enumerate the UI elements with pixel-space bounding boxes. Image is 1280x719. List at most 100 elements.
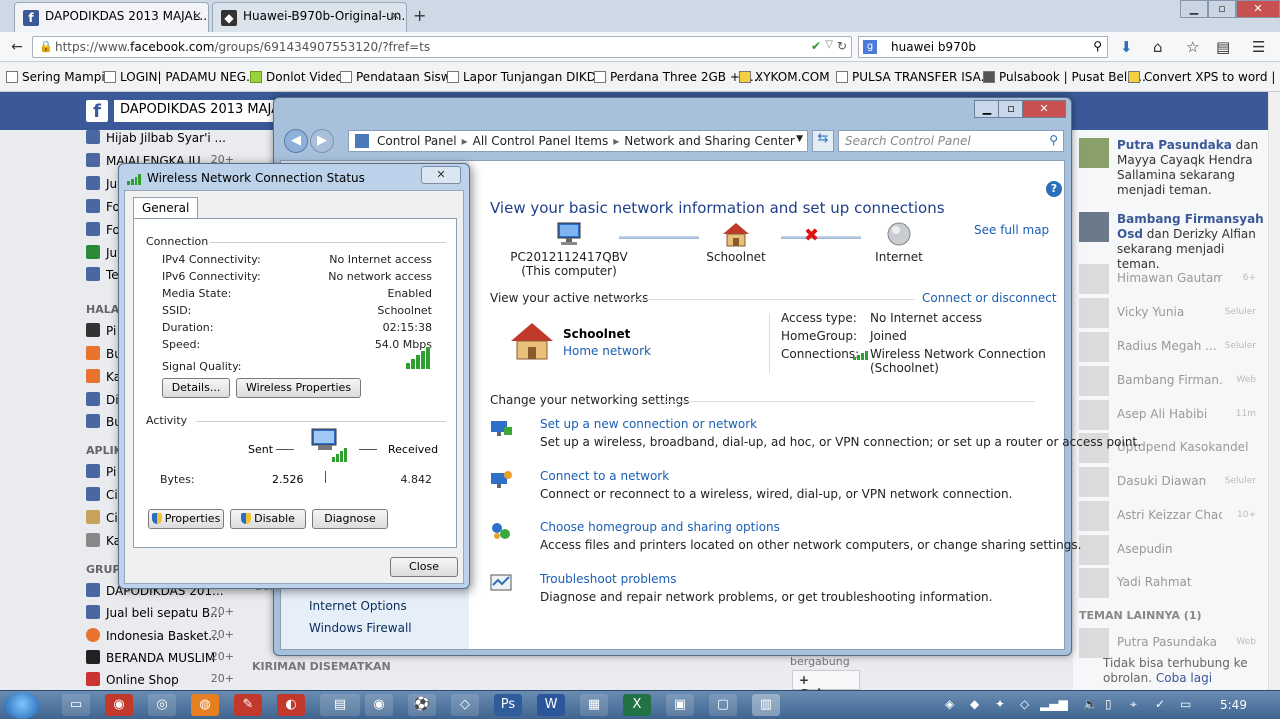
forward-arrow-icon[interactable]: ▶ bbox=[310, 129, 334, 153]
task-title[interactable]: Choose homegroup and sharing options bbox=[540, 520, 780, 534]
chat-contact[interactable]: Bambang Firman... Web bbox=[1079, 366, 1264, 396]
bookmark-item[interactable]: Perdana Three 2GB ++... bbox=[594, 70, 761, 84]
task-title[interactable]: Connect to a network bbox=[540, 469, 669, 483]
breadcrumb-item[interactable]: All Control Panel Items bbox=[473, 134, 609, 148]
sidebar-item[interactable]: Jual beli sepatu B... 20+ bbox=[86, 605, 250, 620]
ticker-story[interactable]: Putra Pasundaka dan Mayya Cayaqk Hendra … bbox=[1079, 138, 1264, 198]
homegroup-link[interactable]: Joined bbox=[870, 329, 907, 343]
firefox-icon[interactable]: ◍ bbox=[191, 694, 219, 716]
tab-facebook[interactable]: f DAPODIKDAS 2013 MAJAL... ✕ bbox=[14, 2, 209, 32]
help-icon[interactable]: ? bbox=[1046, 181, 1062, 197]
tray-icon[interactable]: ◇ bbox=[1020, 697, 1029, 711]
wifi-signal-icon[interactable]: ▂▄▆ bbox=[1040, 697, 1068, 711]
tray-icon[interactable]: ✦ bbox=[995, 697, 1005, 711]
ticker-story[interactable]: Bambang Firmansyah Osd dan Derizky Alfia… bbox=[1079, 212, 1264, 272]
app-icon[interactable]: ▣ bbox=[666, 694, 694, 716]
connect-disconnect-link[interactable]: Connect or disconnect bbox=[922, 291, 1057, 305]
breadcrumb-item[interactable]: Network and Sharing Center bbox=[624, 134, 795, 148]
search-input[interactable]: g huawei b970b ⚲ bbox=[858, 36, 1108, 58]
photoshop-icon[interactable]: Ps bbox=[494, 694, 522, 716]
chrome-icon[interactable]: ◎ bbox=[148, 694, 176, 716]
tab-general[interactable]: General bbox=[133, 197, 199, 219]
disconnected-x-icon[interactable]: ✖ bbox=[804, 225, 819, 246]
chat-contact[interactable]: Putra Pasundaka Web bbox=[1079, 628, 1264, 658]
chat-contact[interactable]: Astri Keizzar Chac... 10+ bbox=[1079, 501, 1264, 531]
maximize-button[interactable]: ▫ bbox=[998, 100, 1024, 118]
bookmark-item[interactable]: Convert XPS to word | bbox=[1128, 70, 1275, 84]
tab-huawei[interactable]: ◆ Huawei-B970b-Original-un... ✕ bbox=[212, 2, 407, 32]
tray-icon[interactable]: ✓ bbox=[1155, 697, 1165, 711]
bookmarks-icon[interactable]: ▤ bbox=[1216, 38, 1230, 56]
wireless-connection-link[interactable]: Wireless Network Connection bbox=[870, 347, 1046, 361]
properties-button[interactable]: Properties bbox=[148, 509, 224, 529]
chat-contact[interactable]: Asepudin bbox=[1079, 535, 1264, 565]
internet-options-link[interactable]: Internet Options bbox=[309, 599, 407, 613]
app-icon[interactable]: ⚽ bbox=[408, 694, 436, 716]
task-title[interactable]: Troubleshoot problems bbox=[540, 572, 676, 586]
app-icon[interactable]: ◉ bbox=[365, 694, 393, 716]
app-icon[interactable]: ✎ bbox=[234, 694, 262, 716]
battery-icon[interactable]: ▭ bbox=[1180, 697, 1191, 711]
search-icon[interactable]: ⚲ bbox=[1049, 133, 1058, 147]
back-arrow-icon[interactable]: ◀ bbox=[284, 129, 308, 153]
bookmark-item[interactable]: XYKOM.COM bbox=[739, 70, 830, 84]
app-icon[interactable]: ▢ bbox=[709, 694, 737, 716]
windows-firewall-link[interactable]: Windows Firewall bbox=[309, 621, 412, 635]
bookmark-item[interactable]: Donlot Video bbox=[250, 70, 343, 84]
chat-contact[interactable]: Vicky Yunia Seluler bbox=[1079, 298, 1264, 328]
refresh-icon[interactable]: ⇆ bbox=[812, 130, 834, 152]
close-icon[interactable]: ✕ bbox=[192, 9, 202, 23]
tray-icon[interactable]: ▯ bbox=[1105, 697, 1112, 711]
minimize-button[interactable]: ▁ bbox=[1180, 0, 1208, 18]
start-button[interactable] bbox=[4, 692, 40, 719]
bookmark-item[interactable]: Pendataan Siswa bbox=[340, 70, 458, 84]
page-scrollbar[interactable] bbox=[1268, 92, 1280, 690]
see-full-map-link[interactable]: See full map bbox=[974, 223, 1049, 237]
app-icon[interactable]: ◐ bbox=[277, 694, 305, 716]
wireless-connection-ssid[interactable]: (Schoolnet) bbox=[870, 361, 939, 375]
wireless-properties-button[interactable]: Wireless Properties bbox=[236, 378, 361, 398]
app-icon[interactable]: ▦ bbox=[580, 694, 608, 716]
close-window-button[interactable]: ✕ bbox=[1236, 0, 1280, 18]
sidebar-item[interactable]: BERANDA MUSLIM 20+ bbox=[86, 650, 250, 665]
chat-contact[interactable]: Asep Ali Habibi 11m bbox=[1079, 400, 1264, 430]
chat-contact[interactable]: Dasuki Diawan Seluler bbox=[1079, 467, 1264, 497]
sidebar-item[interactable]: Online Shop 20+ bbox=[86, 672, 250, 687]
chevron-down-icon[interactable]: ▼ bbox=[796, 134, 803, 144]
retry-link[interactable]: Coba lagi bbox=[1156, 671, 1212, 685]
app-icon[interactable]: ▤ bbox=[320, 694, 360, 716]
search-icon[interactable]: ⚲ bbox=[1093, 39, 1102, 53]
taskbar-clock[interactable]: 5:49 bbox=[1220, 698, 1247, 712]
excel-icon[interactable]: X bbox=[623, 694, 651, 716]
facebook-logo-icon[interactable]: f bbox=[86, 100, 108, 122]
bookmark-item[interactable]: PULSA TRANSFER ISA... bbox=[836, 70, 992, 84]
network-type-link[interactable]: Home network bbox=[563, 344, 651, 358]
folder-icon[interactable]: ▭ bbox=[62, 694, 90, 716]
sidebar-item[interactable]: Indonesia Basket... 20+ bbox=[86, 628, 250, 643]
bookmark-item[interactable]: LOGIN| PADAMU NEG... bbox=[104, 70, 258, 84]
disable-button[interactable]: Disable bbox=[230, 509, 306, 529]
word-icon[interactable]: W bbox=[537, 694, 565, 716]
maximize-button[interactable]: ▫ bbox=[1208, 0, 1236, 18]
breadcrumb[interactable]: Control Panel ▸ All Control Panel Items ▸ Ne… bbox=[348, 130, 808, 152]
app-icon[interactable]: ◇ bbox=[451, 694, 479, 716]
close-icon[interactable]: ✕ bbox=[390, 9, 400, 23]
facebook-search-input[interactable]: DAPODIKDAS 2013 MAJA bbox=[114, 100, 274, 122]
diagnose-button[interactable]: Diagnose bbox=[312, 509, 388, 529]
close-button[interactable]: Close bbox=[390, 557, 458, 577]
bookmark-item[interactable]: Sering Mampir bbox=[6, 70, 110, 84]
control-panel-taskbar-icon[interactable]: ▥ bbox=[752, 694, 780, 716]
tray-icon[interactable]: ◈ bbox=[945, 697, 954, 711]
task-title[interactable]: Set up a new connection or network bbox=[540, 417, 757, 431]
control-panel-search-input[interactable]: Search Control Panel ⚲ bbox=[838, 130, 1064, 152]
breadcrumb-item[interactable]: Control Panel bbox=[377, 134, 457, 148]
home-icon[interactable]: ⌂ bbox=[1153, 38, 1163, 56]
sidebar-item[interactable]: Hijab Jilbab Syar'i ... bbox=[86, 130, 250, 145]
reload-icon[interactable]: ↻ bbox=[837, 39, 847, 53]
tray-icon[interactable]: ◆ bbox=[970, 697, 979, 711]
url-bar[interactable]: 🔒 https://www.facebook.com/groups/691434… bbox=[32, 36, 852, 58]
star-icon[interactable]: ☆ bbox=[1186, 38, 1199, 56]
volume-icon[interactable]: 🔈 bbox=[1083, 697, 1098, 711]
join-group-button[interactable]: + Gabung bbox=[792, 670, 860, 701]
menu-icon[interactable]: ☰ bbox=[1252, 38, 1265, 56]
